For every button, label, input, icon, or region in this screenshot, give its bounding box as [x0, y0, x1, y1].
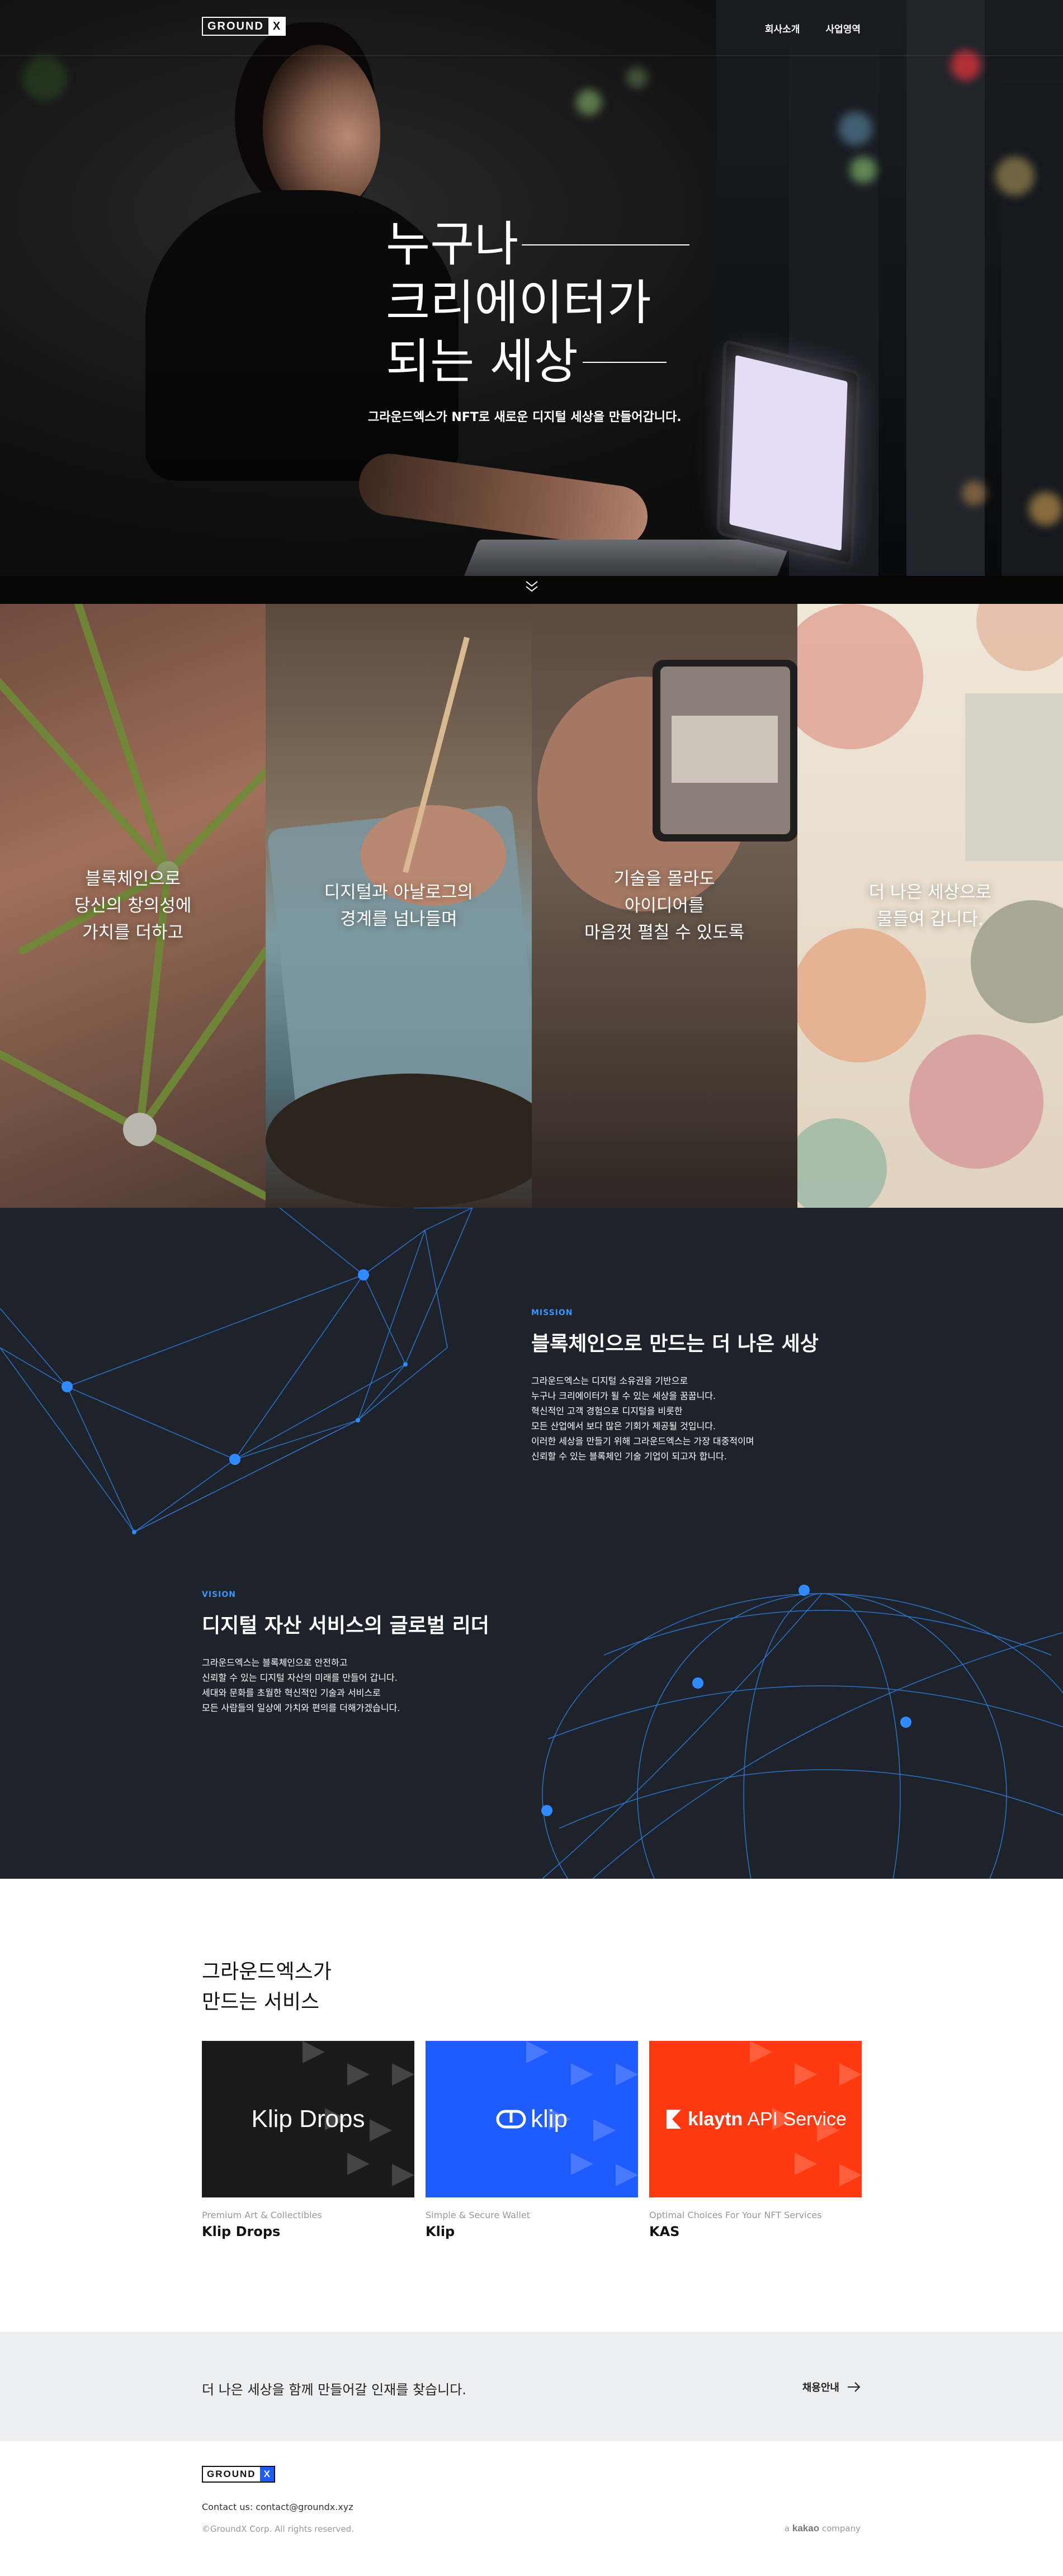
recruit-link-label: 채용안내	[802, 2382, 839, 2394]
footer-contact[interactable]: Contact us: contact@groundx.xyz	[202, 2502, 353, 2512]
service-card-kas[interactable]: klaytn API Service Optimal Choices For Y…	[649, 2041, 862, 2239]
mission-body: 그라운드엑스는 디지털 소유권을 기반으로 누구나 크리에이터가 될 수 있는 …	[531, 1376, 754, 1462]
nav-item-company[interactable]: 회사소개	[765, 21, 800, 35]
card-subtitle: Premium Art & Collectibles	[202, 2210, 322, 2220]
footer-logo-x: X	[259, 2467, 274, 2482]
card-name[interactable]: Klip Drops	[202, 2224, 414, 2239]
card-image[interactable]: klip	[426, 2041, 638, 2197]
klip-wallet-icon	[496, 2110, 526, 2129]
mission-block: MISSION 블록체인으로 만드는 더 나은 세상 그라운드엑스는 디지털 소…	[531, 1308, 819, 1464]
person-arm	[355, 450, 652, 551]
footer-copyright: ©GroundX Corp. All rights reserved.	[202, 2524, 354, 2534]
mission-label: MISSION	[531, 1308, 573, 1317]
footer-logo[interactable]: GROUND X	[202, 2466, 275, 2483]
hero-section: 누구나 크리에이터가 되는 세상 그라운드엑스가 NFT로 새로운 디지털 세상…	[0, 0, 1063, 604]
card-subtitle: Optimal Choices For Your NFT Services	[649, 2210, 822, 2220]
panel-better-world: 더 나은 세상으로 물들여 갑니다.	[797, 604, 1063, 1208]
panel-text-2: 디지털과 아날로그의 경계를 넘나들며	[324, 882, 474, 929]
card-name[interactable]: KAS	[649, 2224, 862, 2239]
chevron-double-down-icon[interactable]	[525, 580, 538, 593]
panel-creativity: 블록체인으로 당신의 창의성에 가치를 더하고	[0, 604, 266, 1208]
mission-title: 블록체인으로 만드는 더 나은 세상	[531, 1332, 819, 1355]
panel-text-1: 블록체인으로 당신의 창의성에 가치를 더하고	[74, 869, 192, 943]
vision-label: VISION	[202, 1590, 236, 1599]
card-image[interactable]: klaytn API Service	[649, 2041, 862, 2197]
footer-logo-text: GROUND	[207, 2469, 256, 2479]
kakao-prefix: a	[784, 2523, 790, 2534]
panel-text-3: 기술을 몰라도 아이디어를 마음껏 펼칠 수 있도록	[584, 869, 745, 943]
card-brand-suffix: API Service	[747, 2108, 847, 2130]
value-panels: 블록체인으로 당신의 창의성에 가치를 더하고 디지털과 아날로그의 경계를 넘…	[0, 604, 1063, 1208]
hero-title-line-2: 크리에이터가	[386, 275, 651, 331]
mission-vision-section: MISSION 블록체인으로 만드는 더 나은 세상 그라운드엑스는 디지털 소…	[0, 1208, 1063, 1879]
logo-text: GROUND	[207, 20, 264, 32]
recruit-link[interactable]: 채용안내	[802, 2380, 861, 2394]
service-cards: Klip Drops Premium Art & Collectibles Kl…	[202, 2041, 862, 2239]
kakao-suffix: company	[821, 2523, 861, 2534]
site-header: GROUND X 회사소개 사업영역	[0, 0, 1063, 56]
klaytn-logo: klaytn API Service	[664, 2109, 847, 2130]
panel-text-4: 더 나은 세상으로 물들여 갑니다.	[868, 882, 992, 929]
recruit-text: 더 나은 세상을 함께 만들어갈 인재를 찾습니다.	[202, 2382, 466, 2398]
hero-title-line-1: 누구나	[386, 216, 519, 272]
panel-digital-analog: 디지털과 아날로그의 경계를 넘나들며	[266, 604, 532, 1208]
nav-item-business[interactable]: 사업영역	[825, 21, 861, 35]
vision-title: 디지털 자산 서비스의 글로벌 리더	[202, 1614, 489, 1637]
recruit-banner: 더 나은 세상을 함께 만들어갈 인재를 찾습니다. 채용안내	[0, 2332, 1063, 2441]
panel-ideas: 기술을 몰라도 아이디어를 마음껏 펼칠 수 있도록	[531, 604, 797, 1208]
card-subtitle: Simple & Secure Wallet	[426, 2210, 530, 2220]
card-brand-text: Klip Drops	[251, 2105, 365, 2133]
vision-block: VISION 디지털 자산 서비스의 글로벌 리더 그라운드엑스는 블록체인으로…	[202, 1590, 489, 1715]
klip-drops-logo: Klip Drops	[252, 2105, 365, 2133]
card-brand-text: klaytn	[688, 2108, 743, 2130]
site-footer: GROUND X Contact us: contact@groundx.xyz…	[0, 2441, 1063, 2542]
groundx-logo[interactable]: GROUND X	[202, 17, 286, 36]
services-title: 그라운드엑스가 만드는 서비스	[202, 1960, 332, 2013]
laptop-screen	[716, 339, 861, 567]
hero-title-line-3: 되는 세상	[386, 334, 578, 390]
card-image[interactable]: Klip Drops	[202, 2041, 414, 2197]
logo-x: X	[268, 18, 285, 35]
vision-body: 그라운드엑스는 블록체인으로 안전하고 신뢰할 수 있는 디지털 자산의 미래를…	[202, 1657, 400, 1713]
service-card-klip-drops[interactable]: Klip Drops Premium Art & Collectibles Kl…	[202, 2041, 414, 2239]
kakao-brand: kakao	[792, 2523, 820, 2534]
services-section: 그라운드엑스가 만드는 서비스 Klip Drops Premium Art &…	[0, 1879, 1063, 2332]
card-name[interactable]: Klip	[426, 2224, 638, 2239]
klip-logo: klip	[496, 2105, 568, 2133]
hero-subtitle: 그라운드엑스가 NFT로 새로운 디지털 세상을 만들어갑니다.	[368, 410, 682, 424]
service-card-klip[interactable]: klip Simple & Secure Wallet Klip	[426, 2041, 638, 2239]
arrow-right-icon	[848, 2382, 861, 2392]
main-nav: 회사소개 사업영역	[765, 21, 861, 35]
kakao-company-logo[interactable]: a kakao company	[785, 2523, 861, 2534]
card-brand-text: klip	[530, 2105, 568, 2133]
hero-title: 누구나 크리에이터가 되는 세상	[386, 215, 690, 391]
klaytn-icon	[667, 2110, 682, 2129]
